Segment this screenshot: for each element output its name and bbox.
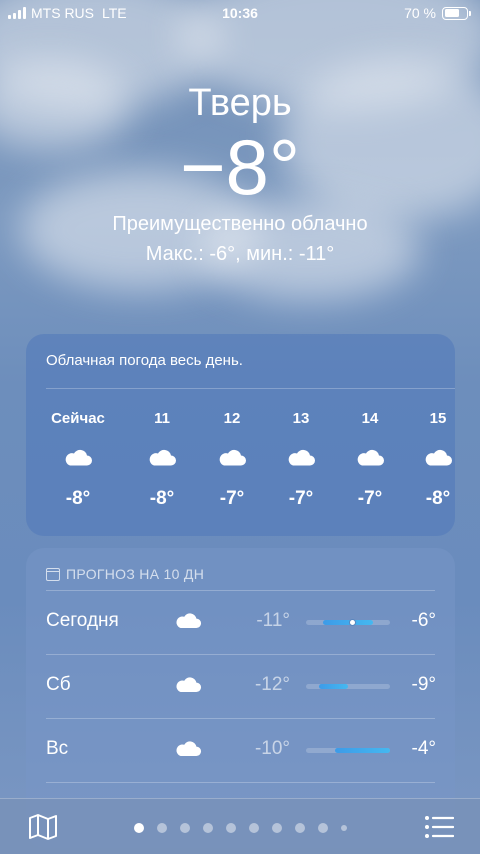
page-dot[interactable]: [179, 823, 190, 833]
page-dot[interactable]: [317, 823, 328, 833]
city-name: Тверь: [188, 82, 292, 124]
temp-range-fill: [335, 748, 390, 753]
cloud-icon: [271, 448, 331, 472]
day-name: Вс: [46, 738, 69, 759]
cloud-icon: [48, 448, 108, 472]
page-dot[interactable]: [340, 825, 347, 831]
daily-row[interactable]: Вс -10° -4°: [26, 718, 455, 782]
hour-temperature: -7°: [357, 488, 383, 509]
hourly-summary: Облачная погода весь день.: [46, 352, 243, 369]
hourly-item: Сейчас -8°: [48, 410, 108, 510]
page-dot[interactable]: [271, 823, 282, 833]
list-icon[interactable]: [424, 815, 455, 839]
cloud-icon: [202, 448, 262, 472]
daily-header-label: ПРОГНОЗ НА 10 ДН: [66, 566, 205, 582]
cloud-icon: [340, 448, 400, 472]
page-dot[interactable]: [294, 823, 305, 833]
high-low: Макс.: -6°, мин.: -11°: [145, 243, 335, 265]
daily-row[interactable]: Сб -12° -9°: [26, 654, 455, 718]
hour-temperature: -8°: [149, 488, 175, 509]
status-right: 70 %: [404, 5, 471, 21]
page-dot[interactable]: [225, 823, 236, 833]
cloud-icon: [408, 448, 455, 472]
cloud-icon: [174, 740, 202, 762]
hourly-item: 13 -7°: [271, 410, 331, 510]
temp-range-bar: [306, 619, 390, 626]
cloud-icon: [174, 676, 202, 698]
hour-temperature: -7°: [288, 488, 314, 509]
hour-label: 14: [361, 410, 379, 427]
page-dot[interactable]: [248, 823, 259, 833]
day-high: -4°: [411, 738, 437, 759]
hourly-item: 11 -8°: [132, 410, 192, 510]
daily-row[interactable]: Сегодня -11° -6°: [26, 590, 455, 654]
calendar-icon: [46, 567, 60, 581]
day-high: -9°: [411, 674, 437, 695]
page-indicator[interactable]: [0, 823, 480, 833]
current-condition: Преимущественно облачно: [112, 213, 368, 235]
day-low: -10°: [254, 738, 290, 759]
hourly-forecast-card[interactable]: Облачная погода весь день. Сейчас -8° 11 -8…: [26, 334, 455, 536]
day-name: Сегодня: [46, 610, 119, 631]
hour-label: 13: [292, 410, 310, 427]
temp-range-bar: [306, 684, 390, 689]
hour-label: 15: [429, 410, 447, 427]
divider: [46, 782, 435, 783]
bottom-toolbar: [0, 798, 480, 854]
hour-label: 12: [223, 410, 241, 427]
cloud-icon: [174, 612, 202, 634]
hour-temperature: -8°: [65, 488, 91, 509]
day-name: Сб: [46, 674, 71, 695]
day-high: -6°: [411, 610, 437, 631]
temp-range-fill: [318, 684, 348, 689]
hour-temperature: -8°: [425, 488, 451, 509]
status-bar: MTS RUS LTE 10:36 70 %: [0, 0, 480, 28]
cloud-icon: [132, 448, 192, 472]
hour-label: Сейчас: [51, 410, 105, 427]
temp-range-fill: [322, 620, 374, 625]
hourly-item: 12 -7°: [202, 410, 262, 510]
day-low: -12°: [254, 674, 290, 695]
temp-range-bar: [306, 748, 390, 753]
page-dot[interactable]: [156, 823, 167, 833]
battery-icon: [442, 6, 471, 20]
daily-header: ПРОГНОЗ НА 10 ДН: [46, 566, 204, 582]
hourly-item: 15 -8°: [408, 410, 455, 510]
hour-label: 11: [154, 410, 170, 427]
page-dot[interactable]: [133, 823, 144, 833]
divider: [46, 388, 455, 389]
hour-temperature: -7°: [219, 488, 245, 509]
day-low: -11°: [256, 610, 290, 631]
current-temperature: −8°: [179, 123, 301, 211]
page-dot[interactable]: [202, 823, 213, 833]
hourly-item: 14 -7°: [340, 410, 400, 510]
battery-percent: 70 %: [404, 5, 436, 21]
